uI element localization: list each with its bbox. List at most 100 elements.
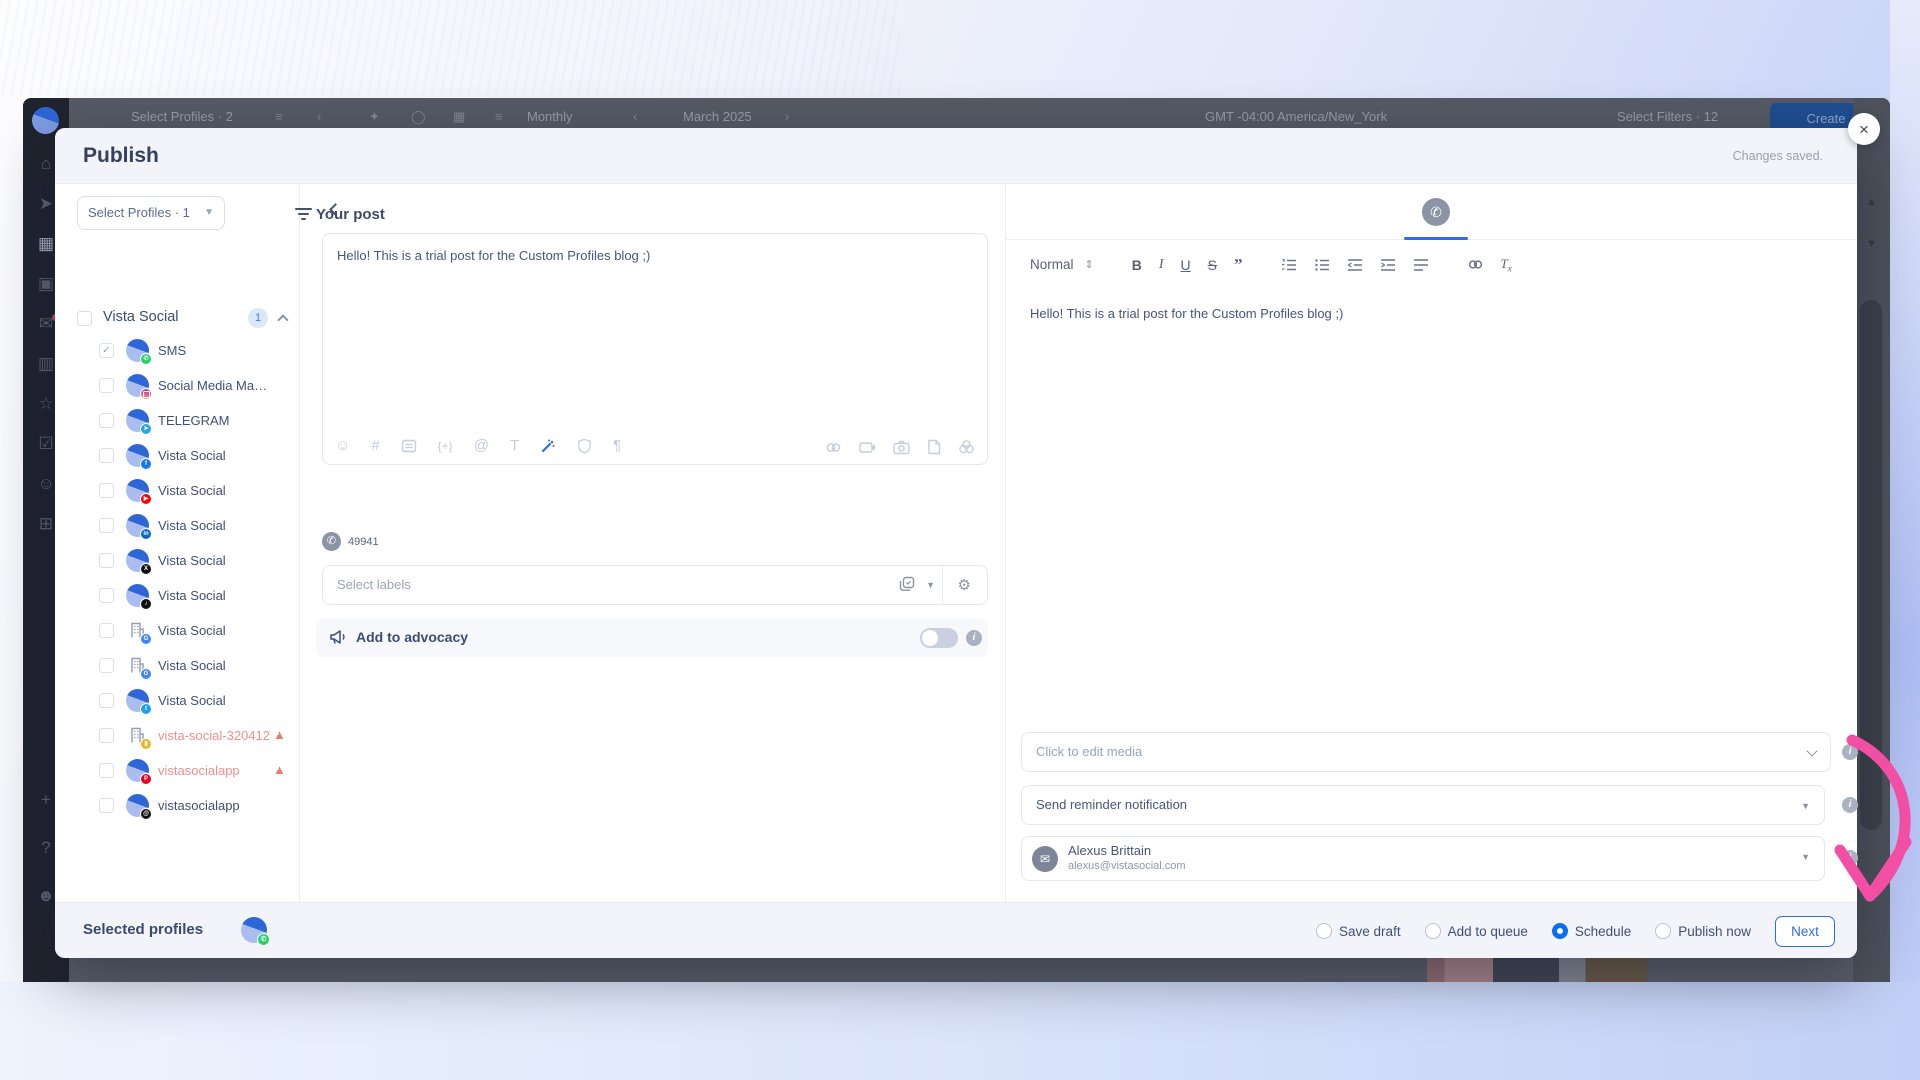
chevron-down-icon[interactable]: ▼ <box>926 580 935 590</box>
info-icon[interactable]: i <box>966 630 982 646</box>
group-checkbox[interactable] <box>77 311 92 326</box>
profile-row[interactable]: tVista Social <box>55 684 300 719</box>
strikethrough-icon[interactable]: S <box>1208 257 1217 273</box>
publish-option-publish-now[interactable]: Publish now <box>1655 923 1751 939</box>
sms-tab-icon[interactable]: ✆ <box>1422 198 1450 226</box>
post-editor[interactable]: Hello! This is a trial post for the Cust… <box>322 233 988 465</box>
indent-icon[interactable] <box>1380 258 1396 272</box>
profile-row[interactable]: GVista Social <box>55 614 300 649</box>
profile-checkbox[interactable] <box>99 763 114 778</box>
emoji-icon[interactable]: ☺ <box>335 437 350 455</box>
profile-checkbox[interactable] <box>99 413 114 428</box>
mention-icon[interactable]: @ <box>474 437 489 455</box>
profile-row[interactable]: fVista Social <box>55 439 300 474</box>
outdent-icon[interactable] <box>1347 258 1363 272</box>
link-icon[interactable] <box>825 440 842 455</box>
publish-option-schedule[interactable]: Schedule <box>1552 923 1631 939</box>
format-select[interactable]: Normal <box>1030 257 1074 272</box>
profile-checkbox[interactable] <box>99 728 114 743</box>
bold-icon[interactable]: B <box>1132 257 1142 273</box>
media-library-icon[interactable] <box>958 439 975 455</box>
publish-actions: Save draft Add to queue Schedule Publish no… <box>1316 903 1835 959</box>
profile-checkbox[interactable] <box>99 553 114 568</box>
info-icon[interactable]: i <box>1842 850 1858 866</box>
composer-panel: Your post Hello! This is a trial post fo… <box>301 184 1005 902</box>
close-button[interactable]: × <box>1848 113 1880 145</box>
radio-icon[interactable] <box>1552 923 1568 939</box>
labels-input[interactable]: Select labels ▼ ⚙ <box>322 565 988 605</box>
profile-row[interactable]: Social Media Managem... <box>55 369 300 404</box>
ordered-list-icon[interactable] <box>1281 258 1297 272</box>
video-icon[interactable] <box>859 440 876 455</box>
document-icon[interactable] <box>927 439 941 455</box>
next-button[interactable]: Next <box>1775 916 1835 947</box>
gear-icon[interactable]: ⚙ <box>958 576 971 594</box>
profile-row[interactable]: ♪Vista Social <box>55 579 300 614</box>
variable-icon[interactable]: {+} <box>438 437 453 455</box>
profile-checkbox[interactable] <box>99 448 114 463</box>
profile-checkbox[interactable] <box>99 588 114 603</box>
info-icon[interactable]: i <box>1842 744 1858 760</box>
preview-post-text[interactable]: Hello! This is a trial post for the Cust… <box>1030 306 1730 321</box>
link-icon[interactable] <box>1467 257 1484 272</box>
profile-row[interactable]: ▮vista-social-320412▲ <box>55 719 300 754</box>
scroll-down-icon[interactable]: ▼ <box>1853 238 1890 250</box>
profile-checkbox[interactable] <box>99 623 114 638</box>
profile-row[interactable]: XVista Social <box>55 544 300 579</box>
profile-checkbox[interactable] <box>99 693 114 708</box>
publish-option-save-draft[interactable]: Save draft <box>1316 923 1401 939</box>
reminder-select[interactable]: Send reminder notification ▼ <box>1021 785 1825 825</box>
page-scrollbar[interactable]: ▲ ▼ <box>1853 98 1890 982</box>
bullet-list-icon[interactable] <box>1314 258 1330 272</box>
approver-select[interactable]: ✉ Alexus Brittain alexus@vistasocial.com… <box>1021 836 1825 881</box>
profile-row[interactable]: @vistasocialapp <box>55 789 300 824</box>
profile-row[interactable]: inVista Social <box>55 509 300 544</box>
edit-media-field[interactable]: Click to edit media <box>1021 732 1831 772</box>
profile-checkbox[interactable]: ✓ <box>99 343 114 358</box>
profile-label: Vista Social <box>158 658 226 673</box>
profile-checkbox[interactable] <box>99 798 114 813</box>
profile-row[interactable]: ✓✆SMS <box>55 334 300 369</box>
profile-checkbox[interactable] <box>99 483 114 498</box>
align-icon[interactable] <box>1413 258 1429 272</box>
copy-labels-icon[interactable] <box>899 576 915 592</box>
publish-option-add-to-queue[interactable]: Add to queue <box>1425 923 1528 939</box>
active-tab-underline <box>1404 237 1468 240</box>
building-icon: G <box>126 654 149 677</box>
clear-format-icon[interactable]: Tx <box>1501 256 1512 274</box>
profile-row[interactable]: Pvistasocialapp▲ <box>55 754 300 789</box>
chevron-up-icon[interactable] <box>277 314 288 325</box>
scroll-up-icon[interactable]: ▲ <box>1853 196 1890 208</box>
profile-row[interactable]: ➤TELEGRAM <box>55 404 300 439</box>
radio-icon[interactable] <box>1425 923 1441 939</box>
profile-label: Vista Social <box>158 588 226 603</box>
ai-assistant-icon[interactable] <box>540 438 556 454</box>
profile-label: Vista Social <box>158 553 226 568</box>
profile-row[interactable]: G Vista Social <box>55 649 300 684</box>
post-text[interactable]: Hello! This is a trial post for the Cust… <box>337 246 967 266</box>
radio-icon[interactable] <box>1316 923 1332 939</box>
profile-label: vistasocialapp <box>158 798 240 813</box>
camera-icon[interactable] <box>893 440 910 455</box>
underline-icon[interactable]: U <box>1181 257 1191 273</box>
profile-row[interactable]: ▶Vista Social <box>55 474 300 509</box>
profile-label: vista-social-320412 <box>158 728 270 743</box>
publish-modal: Publish Changes saved. Select Profiles ·… <box>55 128 1857 958</box>
paragraph-icon[interactable]: ¶ <box>613 437 621 455</box>
shield-icon[interactable] <box>577 438 592 454</box>
radio-icon[interactable] <box>1655 923 1671 939</box>
profile-checkbox[interactable] <box>99 378 114 393</box>
text-style-icon[interactable]: T <box>510 437 519 455</box>
profile-checkbox[interactable] <box>99 658 114 673</box>
select-profiles-dropdown[interactable]: Select Profiles · 1 ▼ <box>77 196 225 230</box>
scrollbar-thumb[interactable] <box>1860 300 1882 830</box>
italic-icon[interactable]: I <box>1159 257 1164 273</box>
blockquote-icon[interactable]: ” <box>1234 260 1243 270</box>
snippet-icon[interactable] <box>401 438 417 454</box>
star-icon: ✦ <box>369 109 380 125</box>
advocacy-toggle[interactable] <box>920 628 958 648</box>
profile-checkbox[interactable] <box>99 518 114 533</box>
info-icon[interactable]: i <box>1842 797 1858 813</box>
profile-group-row[interactable]: Vista Social 1 <box>55 302 300 336</box>
hashtag-icon[interactable]: # <box>371 437 379 455</box>
